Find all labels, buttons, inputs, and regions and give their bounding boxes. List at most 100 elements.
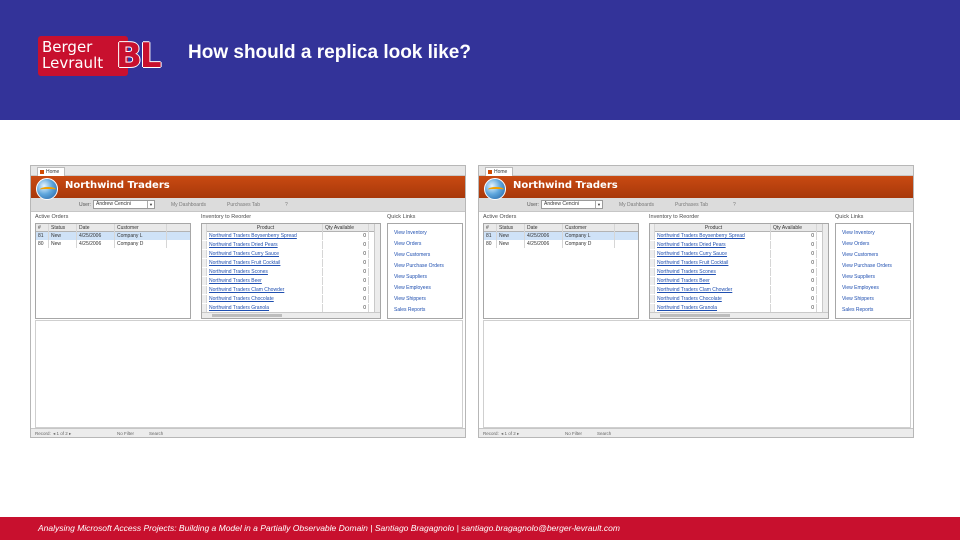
user-select[interactable]: Andrew Cencini ▼ — [541, 200, 603, 209]
table-row[interactable]: Northwind Traders Boysenberry Spread 0 — [650, 232, 828, 240]
quick-link[interactable]: Sales Reports — [394, 307, 425, 313]
table-row[interactable]: Northwind Traders Dried Pears 0 — [650, 241, 828, 249]
table-row[interactable]: Northwind Traders Granola 0 — [202, 304, 380, 312]
search-box[interactable]: Search — [597, 431, 611, 436]
horizontal-scrollbar[interactable] — [202, 312, 380, 318]
product-name[interactable]: Northwind Traders Curry Sauce — [207, 250, 323, 258]
col-header[interactable]: Status — [49, 224, 77, 232]
product-name[interactable]: Northwind Traders Boysenberry Spread — [207, 232, 323, 240]
col-header[interactable]: Product — [207, 224, 323, 232]
home-tab[interactable]: Home — [485, 167, 513, 176]
record-label: Record: — [35, 431, 51, 436]
order-date: 4/25/2006 — [77, 232, 115, 240]
col-header[interactable]: Qty Available — [771, 224, 817, 232]
filter-indicator[interactable]: No Filter — [117, 431, 134, 436]
record-navigation-bar: Record: ◂ 1 of 2 ▸ No Filter Search — [479, 428, 913, 437]
table-row[interactable]: Northwind Traders Chocolate 0 — [202, 295, 380, 303]
product-name[interactable]: Northwind Traders Beer — [655, 277, 771, 285]
quick-link[interactable]: View Orders — [394, 241, 421, 247]
table-row[interactable]: Northwind Traders Curry Sauce 0 — [650, 250, 828, 258]
chevron-down-icon[interactable]: ▼ — [595, 201, 602, 208]
product-name[interactable]: Northwind Traders Scones — [655, 268, 771, 276]
inventory-grid: Product Qty Available Northwind Traders … — [649, 223, 829, 319]
table-row[interactable]: 80 New 4/25/2006 Company D — [36, 240, 190, 248]
berger-levrault-logo: Berger Levrault BL — [38, 36, 162, 76]
quick-link[interactable]: View Inventory — [394, 230, 427, 236]
vertical-scrollbar[interactable] — [822, 224, 828, 318]
quick-link[interactable]: View Purchase Orders — [394, 263, 444, 269]
logo-mark: BL — [116, 36, 162, 76]
table-row[interactable]: Northwind Traders Beer 0 — [202, 277, 380, 285]
dashboards-link[interactable]: My Dashboards — [619, 202, 654, 208]
quick-link[interactable]: View Suppliers — [394, 274, 427, 280]
product-name[interactable]: Northwind Traders Clam Chowder — [207, 286, 323, 294]
horizontal-scrollbar[interactable] — [650, 312, 828, 318]
vertical-scrollbar[interactable] — [374, 224, 380, 318]
col-header[interactable]: Qty Available — [323, 224, 369, 232]
search-box[interactable]: Search — [149, 431, 163, 436]
table-row[interactable]: Northwind Traders Chocolate 0 — [650, 295, 828, 303]
product-name[interactable]: Northwind Traders Chocolate — [207, 295, 323, 303]
help-link[interactable]: ? — [733, 202, 736, 208]
product-name[interactable]: Northwind Traders Chocolate — [655, 295, 771, 303]
record-nav[interactable]: ◂ 1 of 2 ▸ — [53, 431, 71, 437]
table-row[interactable]: Northwind Traders Curry Sauce 0 — [202, 250, 380, 258]
table-row[interactable]: Northwind Traders Scones 0 — [650, 268, 828, 276]
purchases-link[interactable]: Purchases Tab — [227, 202, 260, 208]
quick-link[interactable]: View Orders — [842, 241, 869, 247]
quick-link[interactable]: Sales Reports — [842, 307, 873, 313]
col-header[interactable]: # — [484, 224, 497, 232]
quick-link[interactable]: View Customers — [394, 252, 430, 258]
col-header[interactable]: Product — [655, 224, 771, 232]
product-name[interactable]: Northwind Traders Fruit Cocktail — [655, 259, 771, 267]
product-name[interactable]: Northwind Traders Scones — [207, 268, 323, 276]
table-row[interactable]: 81 New 4/25/2006 Company L — [484, 232, 638, 240]
product-name[interactable]: Northwind Traders Dried Pears — [655, 241, 771, 249]
order-customer: Company L — [115, 232, 167, 240]
order-customer: Company L — [563, 232, 615, 240]
product-name[interactable]: Northwind Traders Clam Chowder — [655, 286, 771, 294]
product-name[interactable]: Northwind Traders Fruit Cocktail — [207, 259, 323, 267]
col-header[interactable]: # — [36, 224, 49, 232]
table-row[interactable]: Northwind Traders Dried Pears 0 — [202, 241, 380, 249]
dashboards-link[interactable]: My Dashboards — [171, 202, 206, 208]
table-row[interactable]: Northwind Traders Fruit Cocktail 0 — [202, 259, 380, 267]
quick-link[interactable]: View Purchase Orders — [842, 263, 892, 269]
table-row[interactable]: Northwind Traders Beer 0 — [650, 277, 828, 285]
home-tab[interactable]: Home — [37, 167, 65, 176]
col-header[interactable]: Date — [77, 224, 115, 232]
filter-indicator[interactable]: No Filter — [565, 431, 582, 436]
quick-link[interactable]: View Shippers — [394, 296, 426, 302]
col-header[interactable]: Customer — [563, 224, 615, 232]
scroll-thumb[interactable] — [660, 314, 730, 317]
col-header[interactable]: Date — [525, 224, 563, 232]
quick-link[interactable]: View Shippers — [842, 296, 874, 302]
product-name[interactable]: Northwind Traders Boysenberry Spread — [655, 232, 771, 240]
chevron-down-icon[interactable]: ▼ — [147, 201, 154, 208]
help-link[interactable]: ? — [285, 202, 288, 208]
quick-link[interactable]: View Inventory — [842, 230, 875, 236]
col-header[interactable]: Status — [497, 224, 525, 232]
purchases-link[interactable]: Purchases Tab — [675, 202, 708, 208]
table-row[interactable]: 81 New 4/25/2006 Company L — [36, 232, 190, 240]
product-name[interactable]: Northwind Traders Curry Sauce — [655, 250, 771, 258]
quick-link[interactable]: View Customers — [842, 252, 878, 258]
quick-link[interactable]: View Employees — [842, 285, 879, 291]
scroll-thumb[interactable] — [212, 314, 282, 317]
table-row[interactable]: Northwind Traders Clam Chowder 0 — [202, 286, 380, 294]
product-name[interactable]: Northwind Traders Beer — [207, 277, 323, 285]
record-nav[interactable]: ◂ 1 of 2 ▸ — [501, 431, 519, 437]
table-row[interactable]: Northwind Traders Fruit Cocktail 0 — [650, 259, 828, 267]
quick-link[interactable]: View Suppliers — [842, 274, 875, 280]
product-name[interactable]: Northwind Traders Granola — [655, 304, 771, 312]
product-name[interactable]: Northwind Traders Dried Pears — [207, 241, 323, 249]
quick-link[interactable]: View Employees — [394, 285, 431, 291]
table-row[interactable]: 80 New 4/25/2006 Company D — [484, 240, 638, 248]
table-row[interactable]: Northwind Traders Boysenberry Spread 0 — [202, 232, 380, 240]
product-name[interactable]: Northwind Traders Granola — [207, 304, 323, 312]
user-select[interactable]: Andrew Cencini ▼ — [93, 200, 155, 209]
table-row[interactable]: Northwind Traders Clam Chowder 0 — [650, 286, 828, 294]
table-row[interactable]: Northwind Traders Scones 0 — [202, 268, 380, 276]
table-row[interactable]: Northwind Traders Granola 0 — [650, 304, 828, 312]
col-header[interactable]: Customer — [115, 224, 167, 232]
